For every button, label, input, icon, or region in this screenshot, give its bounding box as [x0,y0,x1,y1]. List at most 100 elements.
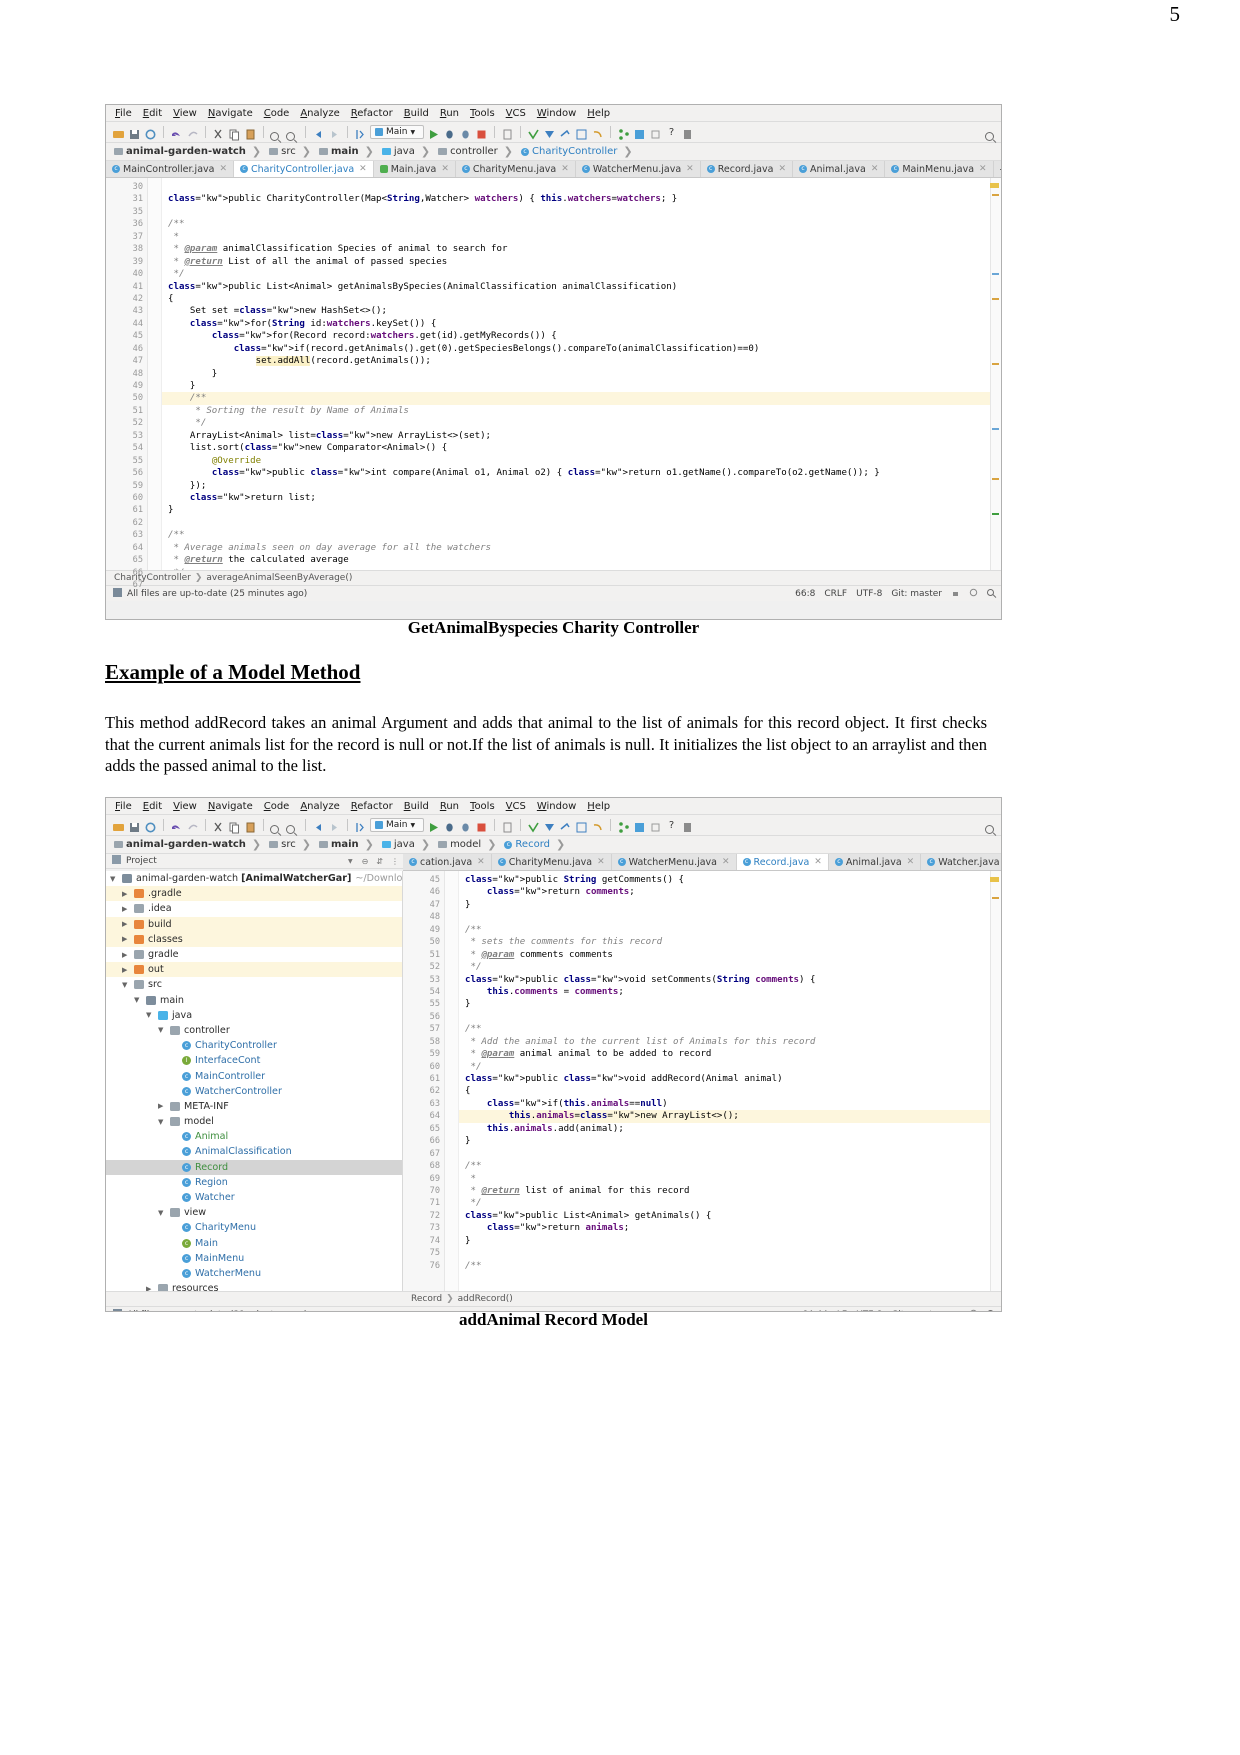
close-icon[interactable]: ✕ [814,857,822,867]
code-line[interactable] [162,517,1001,529]
vcs-push-icon[interactable] [559,126,572,139]
code-line[interactable]: class="kw">for(String id:watchers.keySet… [162,318,1001,330]
code-line[interactable]: class="kw">for(Record record:watchers.ge… [162,330,1001,342]
code-line[interactable]: class="kw">return comments; [459,886,1001,898]
run-icon[interactable] [427,126,440,139]
tree-node[interactable]: c Main [106,1236,402,1251]
cut-icon[interactable] [212,819,225,832]
editor-tab[interactable]: c CharityController.java ✕ [234,161,374,177]
code-line[interactable]: { [162,293,1001,305]
disclosure-triangle-icon[interactable]: ▼ [122,981,130,989]
breadcrumb-item[interactable]: animal-garden-watch ❯ [112,145,267,158]
editor-tab[interactable]: c cation.java ✕ [403,854,492,870]
error-stripe-2[interactable] [990,871,1001,1291]
close-icon[interactable]: ✕ [597,857,605,867]
code-line[interactable]: } [459,899,1001,911]
open-folder-icon[interactable] [112,126,125,139]
sync-icon[interactable] [144,126,157,139]
paste-icon[interactable] [244,819,257,832]
menu-item-window[interactable]: Window [537,108,576,119]
close-icon[interactable]: ✕ [477,857,485,867]
code-line[interactable] [162,206,1001,218]
tree-node[interactable]: ▼ controller [106,1023,402,1038]
vcs-history-icon[interactable] [575,126,588,139]
compile-icon[interactable] [354,819,367,832]
code-line[interactable]: }); [162,480,1001,492]
disclosure-triangle-icon[interactable]: ▶ [146,1285,154,1291]
help-icon[interactable]: ? [665,819,678,832]
breadcrumb-item[interactable]: java ❯ [380,145,436,158]
close-icon[interactable]: ✕ [441,164,449,174]
find-icon[interactable] [270,126,283,141]
code-line[interactable]: * @param animalClassification Species of… [162,243,1001,255]
cut-icon[interactable] [212,126,225,139]
tree-node[interactable]: ▶ .idea [106,901,402,916]
caret-position-1[interactable]: 66:8 [795,589,815,599]
fold-column-1[interactable] [148,178,162,570]
menu-item-code[interactable]: Code [264,108,290,119]
code-line[interactable]: this.animals=class="kw">new ArrayList<>(… [459,1110,1001,1123]
menu-item-navigate[interactable]: Navigate [208,801,253,812]
editor-tab[interactable]: c Animal.java ✕ [828,854,922,870]
breadcrumb-item[interactable]: animal-garden-watch ❯ [112,838,267,851]
menu-item-analyze[interactable]: Analyze [300,801,339,812]
code-line[interactable]: class="kw">public List<Animal> getAnimal… [162,281,1001,293]
code-line[interactable]: class="kw">public class="kw">void addRec… [459,1073,1001,1085]
tree-node[interactable]: c WatcherMenu [106,1266,402,1281]
run-configuration-selector[interactable]: Main ▼ [370,125,424,139]
menu-item-window[interactable]: Window [537,801,576,812]
run-configuration-selector[interactable]: Main ▼ [370,818,424,832]
revert-icon[interactable] [591,126,604,139]
tree-node[interactable]: ▶ resources [106,1281,402,1291]
menu-item-vcs[interactable]: VCS [506,801,526,812]
vcs-commit-icon[interactable] [543,819,556,832]
tree-node[interactable]: ▶ META-INF [106,1099,402,1114]
collapse-all-icon[interactable]: ⊖ [362,857,372,866]
code-line[interactable]: class="kw">public String getComments() { [459,874,1001,886]
stop-icon[interactable] [475,126,488,139]
menu-item-run[interactable]: Run [440,801,459,812]
disclosure-triangle-icon[interactable]: ▶ [122,920,130,928]
menu-item-refactor[interactable]: Refactor [351,801,393,812]
code-line[interactable]: Set set =class="kw">new HashSet<>(); [162,305,1001,317]
breadcrumb-item[interactable]: c CharityController ❯ [519,145,639,158]
close-icon[interactable]: ✕ [871,164,879,174]
tool-bar-2[interactable]: Main ▼ ? [106,815,1001,836]
replace-icon[interactable] [286,819,299,834]
code-line[interactable]: { [459,1085,1001,1097]
nav-breadcrumb-item[interactable]: addRecord() [458,1294,513,1304]
code-line[interactable]: * [162,231,1001,243]
redo-icon[interactable] [186,126,199,139]
editor-tab[interactable]: c Record.java ✕ [736,854,829,870]
replace-icon[interactable] [286,126,299,141]
code-line[interactable]: } [459,1235,1001,1247]
close-icon[interactable]: ✕ [561,164,569,174]
line-separator-1[interactable]: CRLF [824,589,847,599]
sync-icon[interactable] [144,819,157,832]
tree-node[interactable]: c AnimalClassification [106,1144,402,1159]
open-folder-icon[interactable] [112,819,125,832]
close-icon[interactable]: ✕ [359,164,367,174]
vcs-commit-icon[interactable] [543,126,556,139]
disclosure-triangle-icon[interactable]: ▶ [158,1102,166,1110]
code-line[interactable]: @Override [162,455,1001,467]
back-icon[interactable] [312,126,325,139]
close-icon[interactable]: ✕ [907,857,915,867]
menu-item-build[interactable]: Build [404,108,429,119]
menu-item-edit[interactable]: Edit [143,108,162,119]
code-line[interactable]: * @param animal animal to be added to re… [459,1048,1001,1060]
navigation-breadcrumb-1[interactable]: CharityController ❯ averageAnimalSeenByAve… [106,570,1001,585]
tree-node[interactable]: ▶ build [106,916,402,932]
close-icon[interactable]: ✕ [979,164,987,174]
disclosure-triangle-icon[interactable]: ▶ [122,935,130,943]
menu-item-run[interactable]: Run [440,108,459,119]
menu-item-tools[interactable]: Tools [470,801,495,812]
tree-node[interactable]: ▶ .gradle [106,886,402,902]
menu-item-help[interactable]: Help [587,801,610,812]
tree-node[interactable]: ▼ view [106,1205,402,1220]
menu-item-file[interactable]: File [115,108,132,119]
menu-item-help[interactable]: Help [587,108,610,119]
editor-tab[interactable]: c MainController.java ✕ [106,161,235,177]
code-line[interactable] [459,1247,1001,1259]
menu-item-file[interactable]: File [115,801,132,812]
